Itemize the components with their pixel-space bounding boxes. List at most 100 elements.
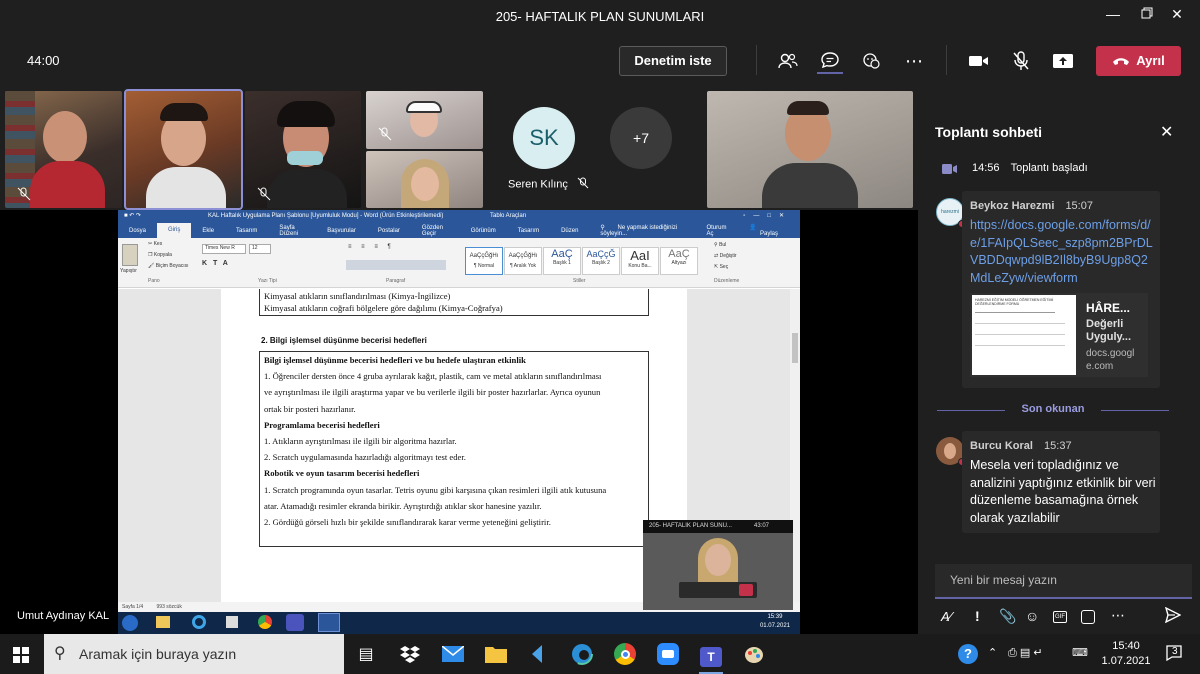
chevron-up-icon[interactable]: ⌃ [988,646,997,659]
style-heading-1[interactable]: AaÇ Başlık 1 [543,247,581,275]
format-painter-button[interactable]: 🖌 Biçim Boyacısı [148,263,189,269]
maximize-icon[interactable] [1132,6,1162,28]
word-icon[interactable] [318,613,340,632]
replace-button[interactable]: ⇄ Değiştir [714,253,737,259]
link-preview-card[interactable]: HAREZMİ EĞİTİM MODELİ ÖĞRETMEN EĞİTİMİ D… [970,293,1148,377]
attach-icon[interactable]: 📎 [999,608,1016,625]
share-button[interactable]: 👤 Paylaş [738,224,800,237]
emoji-icon[interactable]: ☺ [1025,608,1039,624]
zoom-icon[interactable] [656,642,680,666]
request-control-button[interactable]: Denetim iste [619,46,727,76]
tab-postalar[interactable]: Postalar [367,228,411,234]
dropbox-icon[interactable] [398,642,422,666]
more-icon[interactable]: ⋯ [901,48,927,74]
tray-icons[interactable]: ⎙ ▤ ↵ [1008,646,1043,660]
chat-message[interactable]: Burcu Koral 15:37 Mesela veri topladığın… [962,431,1160,533]
active-speaker-video[interactable] [124,89,243,210]
ie-icon[interactable] [192,615,206,629]
keyboard-icon[interactable]: ⌨ [1072,646,1088,659]
scrollbar-thumb[interactable] [792,333,798,363]
tab-dosya[interactable]: Dosya [118,228,157,234]
style-preview: AaI [630,248,650,263]
teams-icon[interactable]: T [699,642,723,674]
pip-video[interactable]: 205- HAFTALIK PLAN SUNU... 43:07 [643,520,793,610]
reactions-icon[interactable] [859,48,885,74]
windows-start-icon[interactable] [13,647,29,668]
chrome-icon[interactable] [613,642,637,666]
sticker-icon[interactable] [1081,610,1095,624]
document-page[interactable]: Kimyasal atıkların sınıflandırılması (Ki… [221,289,687,602]
word-window-controls[interactable]: ▫—□✕ [743,210,792,223]
font-format-buttons[interactable]: KTA [202,260,234,267]
style-no-spacing[interactable]: AaÇçĞğHı ¶ Aralık Yok [504,247,542,275]
gif-icon[interactable]: GIF [1053,611,1067,623]
more-participants-button[interactable]: +7 [610,107,672,169]
people-icon[interactable] [775,48,801,74]
pip-controls[interactable] [679,582,757,598]
share-icon[interactable] [1050,48,1076,74]
meeting-started: 14:56 Toplantı başladı [972,162,1088,174]
participant-avatar[interactable]: SK [513,107,575,169]
list-buttons[interactable]: ≡ ≡ ≡ ¶ [348,244,395,250]
mail-icon[interactable] [441,642,465,666]
participant-video[interactable] [366,91,483,149]
task-view-icon[interactable]: ▤ [354,642,378,666]
style-heading-2[interactable]: AaÇçĞ Başlık 2 [582,247,620,275]
send-icon[interactable] [1164,606,1182,628]
tab-gorunum[interactable]: Görünüm [460,228,507,234]
sign-in-link[interactable]: Oturum Aç [695,225,738,237]
font-size-select[interactable]: 12 [249,244,271,254]
cut-button[interactable]: ✂ Kes [148,241,162,247]
participant-video[interactable] [707,91,913,208]
help-icon[interactable]: ? [958,644,978,664]
paste-icon[interactable] [122,244,138,266]
alignment-buttons[interactable] [346,260,446,270]
mic-off-icon[interactable] [1008,48,1034,74]
chrome-icon[interactable] [258,615,272,629]
media-icon[interactable] [226,616,238,628]
tab-duzen[interactable]: Düzen [550,228,589,234]
start-orb-icon[interactable] [122,615,138,631]
style-subtitle[interactable]: AaÇ Altyazı [660,247,698,275]
style-normal[interactable]: AaÇçĞğHı ¶ Normal [465,247,503,275]
participant-video[interactable] [245,91,361,208]
camera-icon[interactable] [966,48,992,74]
explorer-icon[interactable] [156,616,170,628]
close-icon[interactable]: ✕ [1162,6,1192,28]
visual-studio-code-icon[interactable] [527,642,551,666]
leave-button[interactable]: Ayrıl [1096,46,1181,76]
participant-video[interactable] [5,91,122,208]
format-icon[interactable]: A⁄ [941,609,952,624]
file-explorer-icon[interactable] [484,642,508,666]
tab-table-tasarim[interactable]: Tasarım [507,228,550,234]
tell-me-input[interactable]: ⚲ Ne yapmak istediğinizi söyleyin... [589,224,695,237]
paint-icon[interactable] [742,642,766,666]
important-icon[interactable]: ! [975,608,980,624]
tab-sayfa-duzeni[interactable]: Sayfa Düzeni [268,225,316,237]
edge-icon[interactable] [570,642,594,666]
pip-hangup-icon[interactable] [739,584,753,596]
notification-icon[interactable]: 3 [1166,645,1182,666]
tab-tasarim[interactable]: Tasarım [225,228,268,234]
style-title[interactable]: AaI Konu Ba... [621,247,659,275]
taskbar-search-input[interactable]: ⚲ Aramak için buraya yazın [44,634,344,674]
taskbar-clock[interactable]: 15:40 1.07.2021 [1096,639,1156,669]
compose-input[interactable]: Yeni bir mesaj yazın [935,564,1192,599]
copy-button[interactable]: ❐ Kopyala [148,252,172,258]
tab-basvurular[interactable]: Başvurular [316,228,367,234]
font-name-select[interactable]: Times New R [202,244,246,254]
tab-ekle[interactable]: Ekle [191,228,225,234]
chat-icon[interactable] [817,48,843,74]
teams-icon[interactable] [286,614,304,631]
participant-video[interactable] [366,151,483,208]
message-link[interactable]: https://docs.google.com/forms/d/e/1FAIpQ… [970,217,1156,287]
tab-gozden-gecir[interactable]: Gözden Geçir [411,225,460,237]
chat-message[interactable]: Beykoz Harezmi 15:07 https://docs.google… [962,191,1160,388]
find-button[interactable]: ⚲ Bul [714,242,726,248]
tab-giris[interactable]: Giriş [157,223,192,238]
more-icon[interactable]: ⋯ [1111,607,1125,624]
close-icon[interactable]: ✕ [1160,122,1173,142]
minimize-icon[interactable]: — [1098,6,1128,28]
quick-access-toolbar[interactable]: ■ ↶ ↷ [124,210,141,223]
select-button[interactable]: ⇱ Seç [714,264,728,270]
